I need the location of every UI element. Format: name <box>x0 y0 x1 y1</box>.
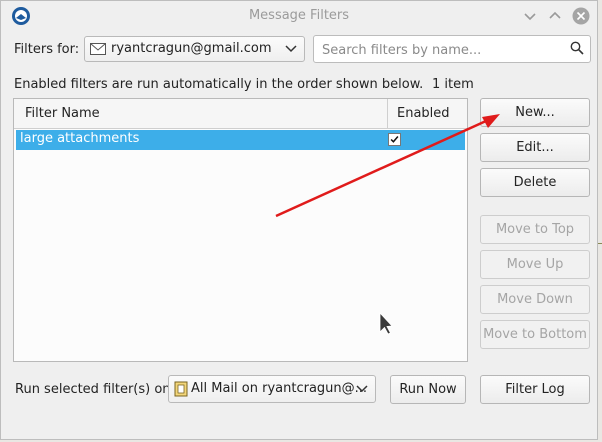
envelope-icon <box>90 43 106 55</box>
run-on-folder-value: All Mail on ryantcragun@... <box>191 381 368 396</box>
filter-list-header: Filter Name Enabled <box>14 99 467 129</box>
edit-filter-button[interactable]: Edit... <box>480 133 590 162</box>
chevron-down-icon <box>356 385 368 393</box>
chevron-down-icon <box>285 45 297 53</box>
column-divider <box>387 99 388 129</box>
search-input[interactable] <box>320 40 564 60</box>
minimize-icon[interactable] <box>521 7 539 25</box>
filter-row-name: large attachments <box>20 131 140 146</box>
run-on-folder-select[interactable]: All Mail on ryantcragun@... <box>168 375 376 403</box>
move-to-top-button[interactable]: Move to Top <box>480 215 590 244</box>
filter-row[interactable]: large attachments <box>16 130 465 150</box>
run-on-label: Run selected filter(s) on: <box>15 382 175 397</box>
filter-count: 1 item <box>432 77 474 92</box>
close-icon[interactable] <box>572 7 590 25</box>
filter-log-button[interactable]: Filter Log <box>480 375 590 404</box>
search-field[interactable] <box>313 35 591 63</box>
account-select-value: ryantcragun@gmail.com <box>111 41 272 56</box>
account-select[interactable]: ryantcragun@gmail.com <box>84 36 305 62</box>
window-title: Message Filters <box>248 8 350 23</box>
move-to-bottom-button[interactable]: Move to Bottom <box>480 320 590 349</box>
move-down-button[interactable]: Move Down <box>480 285 590 314</box>
filters-for-label: Filters for: <box>14 42 80 57</box>
filter-list[interactable]: Filter Name Enabled large attachments <box>13 98 468 362</box>
titlebar: Message Filters <box>1 1 597 31</box>
new-filter-button[interactable]: New... <box>480 98 590 127</box>
filters-info-text: Enabled filters are run automatically in… <box>14 77 424 92</box>
move-up-button[interactable]: Move Up <box>480 250 590 279</box>
column-header-filter-name[interactable]: Filter Name <box>25 106 100 121</box>
delete-filter-button[interactable]: Delete <box>480 168 590 197</box>
run-now-button[interactable]: Run Now <box>390 375 466 404</box>
message-filters-dialog: Message Filters Filters for: ryantcragun… <box>0 0 598 440</box>
search-icon <box>570 41 584 55</box>
folder-icon <box>174 381 188 397</box>
maximize-icon[interactable] <box>546 7 564 25</box>
column-header-enabled[interactable]: Enabled <box>397 106 450 121</box>
enabled-checkbox[interactable] <box>388 133 401 146</box>
